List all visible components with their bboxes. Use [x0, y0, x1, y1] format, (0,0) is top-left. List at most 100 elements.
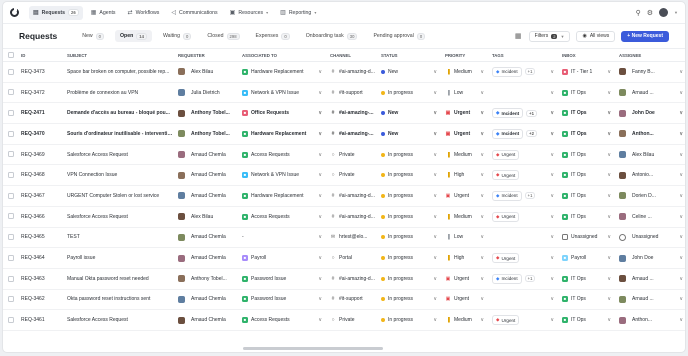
tags-cell[interactable]: ∨ — [492, 90, 558, 96]
assignee-cell[interactable]: Arnaud ... ∨ — [619, 275, 685, 283]
chevron-down-icon[interactable]: ∨ — [550, 214, 558, 220]
priority-cell[interactable]: ▐ Low ∨ — [445, 234, 488, 240]
chevron-down-icon[interactable]: ∨ — [433, 296, 441, 302]
tag-badge[interactable]: ◆ Urgent — [492, 149, 520, 160]
table-row[interactable]: REQ-3461 Salesforce Access Request Arnaud … — [3, 309, 685, 331]
chevron-down-icon[interactable]: ∨ — [480, 214, 488, 220]
priority-cell[interactable]: ▐ Medium ∨ — [445, 152, 488, 158]
nav-item-reporting[interactable]: ▥ Reporting ▾ — [276, 6, 320, 20]
chevron-down-icon[interactable]: ∨ — [318, 193, 326, 199]
request-subject[interactable]: TEST — [63, 227, 174, 249]
row-checkbox[interactable] — [8, 254, 14, 261]
associated-to-cell[interactable]: ■ Access Requests ∨ — [242, 317, 326, 324]
row-checkbox[interactable] — [8, 213, 14, 220]
app-logo-icon[interactable] — [10, 8, 19, 17]
chevron-down-icon[interactable]: ∨ — [433, 317, 441, 323]
chevron-down-icon[interactable]: ∨ — [607, 152, 615, 158]
requester-cell[interactable]: Anthony Tobel... — [178, 109, 238, 117]
table-row[interactable]: REQ-3465 TEST Arnaud Chemla - ∨ ✉ hrtest@elo..… — [3, 227, 685, 249]
inbox-cell[interactable]: ■ IT Ops ∨ — [562, 317, 615, 324]
priority-cell[interactable]: ▐ Medium ∨ — [445, 214, 488, 220]
column-header-status[interactable]: Status — [377, 48, 441, 62]
tag-badge[interactable]: ◆ Urgent — [492, 170, 520, 181]
assignee-cell[interactable]: Unassigned ∨ — [619, 233, 685, 241]
requester-cell[interactable]: Arnaud Chemla — [178, 295, 238, 303]
request-subject[interactable]: Salesforce Access Request — [63, 206, 174, 228]
priority-cell[interactable]: ▐ High ∨ — [445, 255, 488, 261]
tab-waiting[interactable]: Waiting 0 — [158, 30, 196, 42]
associated-to-cell[interactable]: ■ Network & VPN Issue ∨ — [242, 172, 326, 179]
chevron-down-icon[interactable]: ∨ — [318, 110, 326, 116]
requester-cell[interactable]: Anthony Tobel... — [178, 130, 238, 138]
chevron-down-icon[interactable]: ∨ — [318, 234, 326, 240]
chevron-down-icon[interactable]: ∨ — [433, 214, 441, 220]
more-tags-count[interactable]: +2 — [526, 130, 537, 138]
table-row[interactable]: REQ-3468 VPN Connection Issue Arnaud Cheml… — [3, 164, 685, 187]
assignee-cell[interactable]: Antonio... ∨ — [619, 171, 685, 179]
chevron-down-icon[interactable]: ∨ — [433, 90, 441, 96]
tags-cell[interactable]: ◆ Incident +1 ∨ — [492, 108, 558, 119]
chevron-down-icon[interactable]: ∨ — [550, 152, 558, 158]
assignee-cell[interactable]: Anthon... ∨ — [619, 316, 685, 324]
chevron-down-icon[interactable]: ∨ — [679, 193, 685, 199]
request-subject[interactable]: Souris d'ordinateur inutilisable - inter… — [63, 123, 174, 145]
inbox-cell[interactable]: ■ IT Ops ∨ — [562, 110, 615, 117]
row-checkbox[interactable] — [8, 296, 14, 303]
associated-to-cell[interactable]: ■ Hardware Replacement ∨ — [242, 68, 326, 75]
chevron-down-icon[interactable]: ∨ — [679, 234, 685, 240]
chevron-down-icon[interactable]: ∨ — [550, 172, 558, 178]
tags-cell[interactable]: ∨ — [492, 234, 558, 240]
chevron-down-icon[interactable]: ∨ — [550, 131, 558, 137]
inbox-cell[interactable]: ■ IT Ops ∨ — [562, 89, 615, 96]
status-cell[interactable]: In progress ∨ — [381, 255, 441, 261]
tag-badge[interactable]: ◆ Incident — [492, 108, 524, 119]
chevron-down-icon[interactable]: ∨ — [480, 234, 488, 240]
table-row[interactable]: REQ-3469 Salesforce Access Request Arnaud … — [3, 144, 685, 166]
chevron-down-icon[interactable]: ∨ — [679, 152, 685, 158]
column-header-subject[interactable]: Subject — [63, 48, 174, 62]
associated-to-cell[interactable]: - ∨ — [242, 234, 326, 240]
requester-cell[interactable]: Arnaud Chemla — [178, 254, 238, 262]
chevron-down-icon[interactable]: ∨ — [480, 172, 488, 178]
chevron-down-icon[interactable]: ∨ — [607, 110, 615, 116]
tab-closed[interactable]: Closed 298 — [202, 30, 244, 42]
chevron-down-icon[interactable]: ∨ — [318, 69, 326, 75]
more-tags-count[interactable]: +1 — [524, 275, 536, 283]
row-checkbox[interactable] — [8, 89, 14, 96]
assignee-cell[interactable]: Anthon... ∨ — [619, 130, 685, 138]
request-subject[interactable]: Salesforce Access Request — [63, 309, 174, 331]
chevron-down-icon[interactable]: ∨ — [607, 296, 615, 302]
column-header-requester[interactable]: Requester — [174, 48, 238, 62]
tags-cell[interactable]: ◆ Urgent ∨ — [492, 170, 558, 181]
request-subject[interactable]: URGENT Computer Stolen or lost service — [63, 185, 174, 207]
tag-badge[interactable]: ◆ Incident — [492, 128, 524, 139]
nav-item-agents[interactable]: ▦ Agents — [87, 6, 120, 20]
assignee-cell[interactable]: Dorien D... ∨ — [619, 192, 685, 200]
tags-cell[interactable]: ◆ Incident +1 ∨ — [492, 66, 558, 77]
chevron-down-icon[interactable]: ∨ — [480, 193, 488, 199]
column-header-tags[interactable]: Tags — [488, 48, 558, 62]
priority-cell[interactable]: ▐ Low ∨ — [445, 90, 488, 96]
chevron-down-icon[interactable]: ∨ — [679, 172, 685, 178]
inbox-cell[interactable]: ■ IT Ops ∨ — [562, 213, 615, 220]
chevron-down-icon[interactable]: ∨ — [607, 193, 615, 199]
table-row[interactable]: REQ-3472 Problème de connexion au VPN Juli… — [3, 82, 685, 104]
requester-cell[interactable]: Alex Bilau — [178, 68, 238, 76]
chevron-down-icon[interactable]: ∨ — [318, 317, 326, 323]
associated-to-cell[interactable]: ■ Payroll ∨ — [242, 255, 326, 262]
chevron-down-icon[interactable]: ∨ — [318, 152, 326, 158]
row-checkbox[interactable] — [8, 192, 14, 199]
chevron-down-icon[interactable]: ∨ — [433, 110, 441, 116]
table-row[interactable]: REQ-3467 URGENT Computer Stolen or lost s… — [3, 185, 685, 207]
inbox-cell[interactable]: ■ Payroll ∨ — [562, 255, 615, 262]
chevron-down-icon[interactable]: ∨ — [318, 276, 326, 282]
status-cell[interactable]: In progress ∨ — [381, 276, 441, 282]
tag-badge[interactable]: ◆ Incident — [492, 190, 522, 201]
tab-new[interactable]: New 0 — [77, 30, 109, 42]
nav-item-requests[interactable]: ▤ Requests 26 — [29, 5, 83, 20]
tags-cell[interactable]: ◆ Incident +2 ∨ — [492, 128, 558, 139]
requester-cell[interactable]: Julia Dietrich — [178, 89, 238, 97]
chevron-down-icon[interactable]: ∨ — [433, 69, 441, 75]
chevron-down-icon[interactable]: ∨ — [607, 90, 615, 96]
priority-cell[interactable]: ▣ Urgent ∨ — [445, 131, 488, 137]
